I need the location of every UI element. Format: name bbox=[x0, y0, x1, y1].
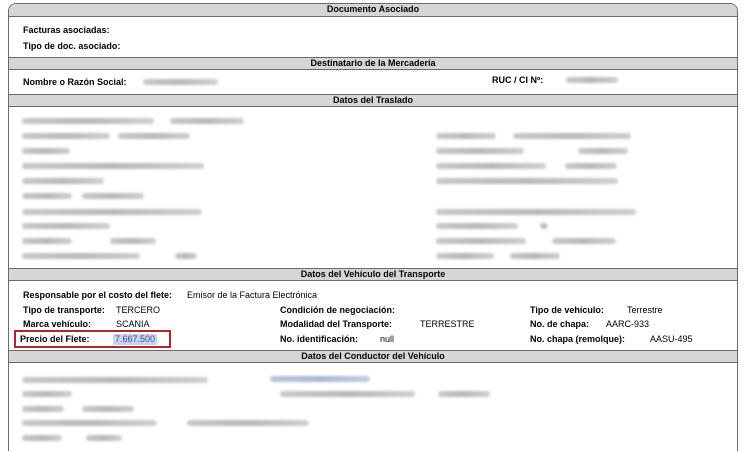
section-header-destinatario: Destinatario de la Mercadería bbox=[9, 57, 737, 70]
section-header-datos-conductor: Datos del Conductor del Vehículo bbox=[9, 350, 737, 363]
chapa-value: AARC-933 bbox=[606, 319, 650, 329]
chapa-remolque-value: AASU-495 bbox=[650, 334, 693, 344]
nombre-razon-social-label: Nombre o Razón Social: bbox=[23, 77, 127, 87]
chapa-remolque-label: No. chapa (remolque): bbox=[530, 334, 626, 344]
facturas-asociadas-label: Facturas asociadas: bbox=[23, 25, 110, 35]
marca-vehiculo-label: Marca vehículo: bbox=[23, 319, 92, 329]
chapa-label: No. de chapa: bbox=[530, 319, 590, 329]
precio-flete-label: Precio del Flete: bbox=[20, 334, 90, 344]
ruc-ci-label: RUC / CI Nº: bbox=[492, 75, 544, 85]
responsable-costo-flete-label: Responsable por el costo del flete: bbox=[23, 290, 173, 300]
identificacion-label: No. identificación: bbox=[280, 334, 359, 344]
nombre-razon-social-redacted bbox=[143, 79, 218, 85]
condicion-negociacion-label: Condición de negociación: bbox=[280, 305, 396, 315]
precio-flete-value: 7.667.500 bbox=[113, 334, 158, 345]
section-header-datos-traslado: Datos del Traslado bbox=[9, 94, 737, 107]
modalidad-transporte-value: TERRESTRE bbox=[420, 319, 475, 329]
tipo-vehiculo-value: Terrestre bbox=[627, 305, 663, 315]
tipo-doc-asociado-label: Tipo de doc. asociado: bbox=[23, 41, 121, 51]
document-frame bbox=[8, 3, 738, 451]
tipo-vehiculo-label: Tipo de vehículo: bbox=[530, 305, 604, 315]
section-header-datos-vehiculo: Datos del Vehículo del Transporte bbox=[9, 268, 737, 281]
modalidad-transporte-label: Modalidad del Transporte: bbox=[280, 319, 393, 329]
tipo-transporte-label: Tipo de transporte: bbox=[23, 305, 105, 315]
marca-vehiculo-value: SCANIA bbox=[116, 319, 150, 329]
identificacion-value: null bbox=[380, 334, 395, 344]
section-header-documento-asociado: Documento Asociado bbox=[9, 4, 737, 17]
responsable-costo-flete-value: Emisor de la Factura Electrónica bbox=[187, 290, 318, 300]
ruc-ci-redacted bbox=[566, 77, 618, 83]
tipo-transporte-value: TERCERO bbox=[116, 305, 161, 315]
